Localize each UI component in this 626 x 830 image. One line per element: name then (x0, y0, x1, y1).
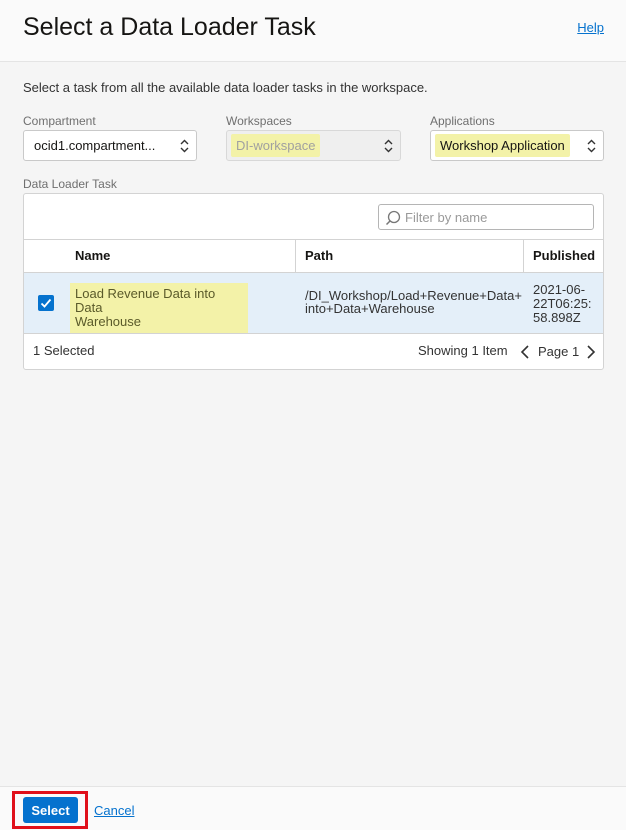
task-name-line: Warehouse (75, 314, 141, 329)
task-name-line: Load Revenue Data into Data (75, 286, 216, 315)
published-line: 58.898Z (533, 310, 581, 325)
cancel-link[interactable]: Cancel (94, 803, 134, 818)
dialog-header: Select a Data Loader Task Help (0, 0, 626, 62)
task-path-cell: /DI_Workshop/Load+Revenue+Data+ into+Dat… (305, 289, 525, 315)
table-header: Name Path Published (24, 239, 603, 273)
column-header-name[interactable]: Name (75, 240, 110, 272)
showing-count: Showing 1 Item (418, 343, 508, 358)
published-line: 2021-06- (533, 282, 586, 297)
compartment-select[interactable]: ocid1.compartment... (23, 130, 197, 161)
filter-input[interactable] (405, 209, 585, 225)
dialog-title: Select a Data Loader Task (23, 13, 316, 41)
data-loader-task-label: Data Loader Task (23, 177, 117, 191)
applications-select[interactable]: Workshop Application (430, 130, 604, 161)
chevron-left-icon[interactable] (520, 344, 530, 360)
table-row[interactable]: Load Revenue Data into Data Warehouse /D… (24, 273, 603, 334)
applications-value: Workshop Application (435, 134, 570, 157)
compartment-value: ocid1.compartment... (34, 138, 156, 153)
select-arrows-icon (587, 139, 596, 153)
column-header-path[interactable]: Path (305, 240, 333, 272)
task-published-cell: 2021-06- 22T06:25: 58.898Z (533, 283, 601, 325)
help-link[interactable]: Help (577, 20, 604, 35)
published-line: 22T06:25: (533, 296, 592, 311)
select-arrows-icon (180, 139, 189, 153)
select-arrows-icon (384, 139, 393, 153)
column-divider (295, 240, 296, 272)
workspaces-label: Workspaces (226, 114, 292, 128)
task-table-panel: Name Path Published Load Revenue Data in… (23, 193, 604, 370)
workspaces-value: DI-workspace (231, 134, 321, 157)
search-icon (385, 210, 401, 226)
applications-label: Applications (430, 114, 495, 128)
checkmark-icon (40, 298, 52, 308)
table-footer: 1 Selected Showing 1 Item Page 1 (24, 334, 603, 369)
intro-text: Select a task from all the available dat… (23, 80, 428, 95)
chevron-right-icon[interactable] (586, 344, 596, 360)
select-button[interactable]: Select (23, 797, 78, 823)
task-path-line: into+Data+Warehouse (305, 301, 435, 316)
selected-count: 1 Selected (33, 343, 95, 358)
column-divider (523, 240, 524, 272)
compartment-label: Compartment (23, 114, 96, 128)
dialog-footer: Select Cancel (0, 786, 626, 830)
column-header-published[interactable]: Published (533, 240, 595, 272)
filter-box[interactable] (378, 204, 594, 230)
workspaces-select[interactable]: DI-workspace (226, 130, 401, 161)
row-checkbox[interactable] (38, 295, 54, 311)
task-name-cell: Load Revenue Data into Data Warehouse (70, 283, 248, 333)
page-indicator: Page 1 (538, 344, 580, 359)
